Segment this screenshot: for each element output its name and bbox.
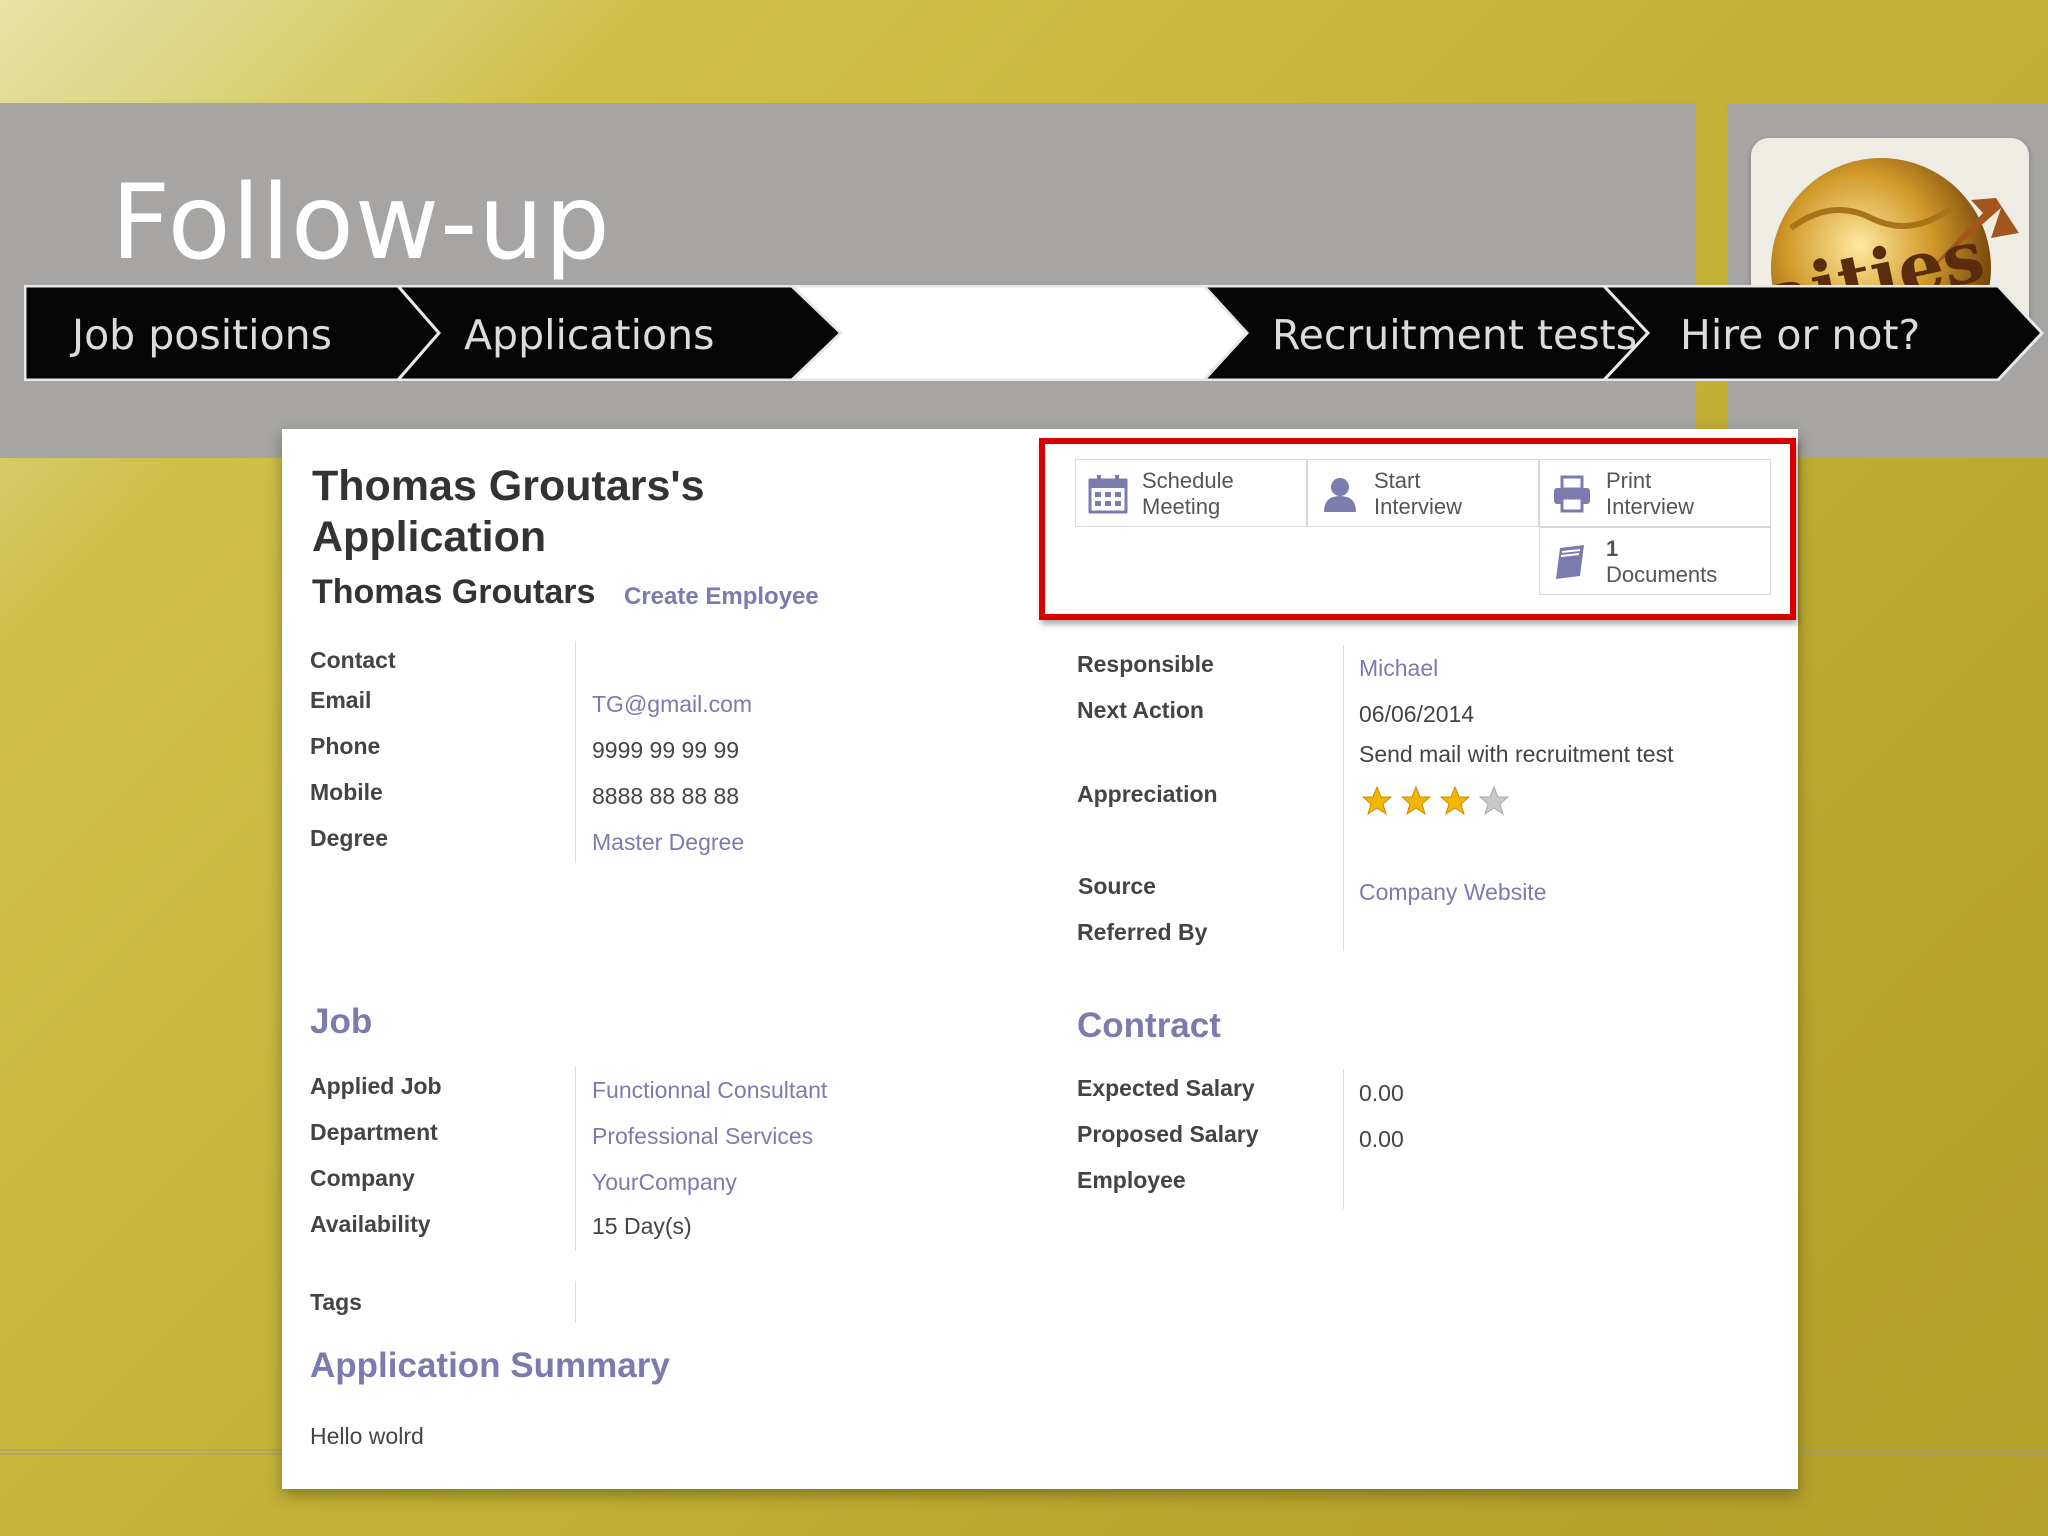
job-divider — [575, 1067, 576, 1251]
source-label: Source — [1078, 873, 1156, 899]
contract-heading: Contract — [1077, 1006, 1221, 1045]
applicant-name: Thomas Groutars — [312, 573, 596, 611]
right-divider — [1343, 645, 1344, 951]
application-title: Thomas Groutars's Application — [312, 462, 705, 561]
employee-label: Employee — [1077, 1167, 1186, 1193]
mobile-field[interactable]: 8888 88 88 88 — [592, 783, 739, 810]
degree-label: Degree — [310, 825, 388, 851]
process-flow: Job positions Applications Recruitment t… — [24, 285, 2044, 381]
applied-job-label: Applied Job — [310, 1073, 442, 1099]
step-recruitment-tests: Recruitment tests — [1272, 311, 1638, 359]
printer-icon — [1554, 475, 1590, 513]
interview-line1: Start — [1374, 468, 1421, 493]
star-empty-icon[interactable] — [1479, 786, 1509, 816]
documents-line2: Documents — [1606, 562, 1718, 587]
degree-field[interactable]: Master Degree — [592, 829, 744, 856]
print-interview-button[interactable]: Print Interview — [1539, 459, 1771, 527]
book-icon — [1556, 545, 1584, 579]
step-applications: Applications — [464, 311, 715, 359]
availability-field[interactable]: 15 Day(s) — [592, 1213, 692, 1240]
slide-title: Follow-up — [111, 163, 611, 283]
schedule-line1: Schedule — [1142, 468, 1234, 493]
availability-value: 15 — [592, 1213, 618, 1239]
step-job-positions: Job positions — [72, 311, 332, 359]
proposed-salary-label: Proposed Salary — [1077, 1121, 1259, 1147]
expected-salary-field[interactable]: 0.00 — [1359, 1080, 1404, 1107]
tags-divider — [575, 1281, 576, 1323]
step-blank-shape — [788, 285, 1250, 381]
mobile-label: Mobile — [310, 779, 383, 805]
star-filled-icon[interactable] — [1401, 786, 1431, 816]
star-filled-icon[interactable] — [1362, 786, 1392, 816]
contract-divider — [1343, 1069, 1344, 1209]
company-label: Company — [310, 1165, 415, 1191]
next-action-label: Next Action — [1077, 697, 1204, 723]
star-filled-icon[interactable] — [1440, 786, 1470, 816]
smart-buttons: Schedule Meeting Start Interview Print Inte… — [1075, 459, 1771, 599]
email-field[interactable]: TG@gmail.com — [592, 691, 752, 718]
job-heading: Job — [310, 1002, 373, 1041]
create-employee-link[interactable]: Create Employee — [624, 583, 819, 611]
next-action-text[interactable]: Send mail with recruitment test — [1359, 741, 1673, 768]
email-label: Email — [310, 687, 372, 713]
department-field[interactable]: Professional Services — [592, 1123, 813, 1150]
schedule-line2: Meeting — [1142, 494, 1221, 519]
tags-label: Tags — [310, 1289, 362, 1315]
summary-heading: Application Summary — [310, 1346, 670, 1385]
summary-text[interactable]: Hello wolrd — [310, 1423, 424, 1450]
step-hire-or-not: Hire or not? — [1680, 311, 1921, 359]
documents-count: 1 — [1606, 536, 1619, 561]
availability-unit: Day(s) — [623, 1213, 692, 1239]
applied-job-field[interactable]: Functionnal Consultant — [592, 1077, 827, 1104]
documents-button[interactable]: 1 Documents — [1539, 527, 1771, 595]
phone-label: Phone — [310, 733, 381, 759]
responsible-field[interactable]: Michael — [1359, 655, 1438, 682]
next-action-date[interactable]: 06/06/2014 — [1359, 701, 1474, 728]
application-form: Thomas Groutars's Application Thomas Gro… — [282, 429, 1798, 1489]
calendar-icon — [1088, 475, 1128, 514]
schedule-meeting-button[interactable]: Schedule Meeting — [1075, 459, 1307, 527]
start-interview-button[interactable]: Start Interview — [1307, 459, 1539, 527]
print-line2: Interview — [1606, 494, 1695, 519]
expected-salary-label: Expected Salary — [1077, 1075, 1255, 1101]
source-field[interactable]: Company Website — [1359, 879, 1547, 906]
company-field[interactable]: YourCompany — [592, 1169, 737, 1196]
print-line1: Print — [1606, 468, 1652, 493]
department-label: Department — [310, 1119, 438, 1145]
user-icon — [1324, 478, 1356, 512]
appreciation-label: Appreciation — [1077, 781, 1218, 807]
availability-label: Availability — [310, 1211, 431, 1237]
phone-field[interactable]: 9999 99 99 99 — [592, 737, 739, 764]
responsible-label: Responsible — [1077, 651, 1214, 677]
proposed-salary-field[interactable]: 0.00 — [1359, 1126, 1404, 1153]
referred-by-label: Referred By — [1077, 919, 1208, 945]
interview-line2: Interview — [1374, 494, 1463, 519]
contact-divider — [575, 641, 576, 863]
contact-label: Contact — [310, 647, 396, 673]
